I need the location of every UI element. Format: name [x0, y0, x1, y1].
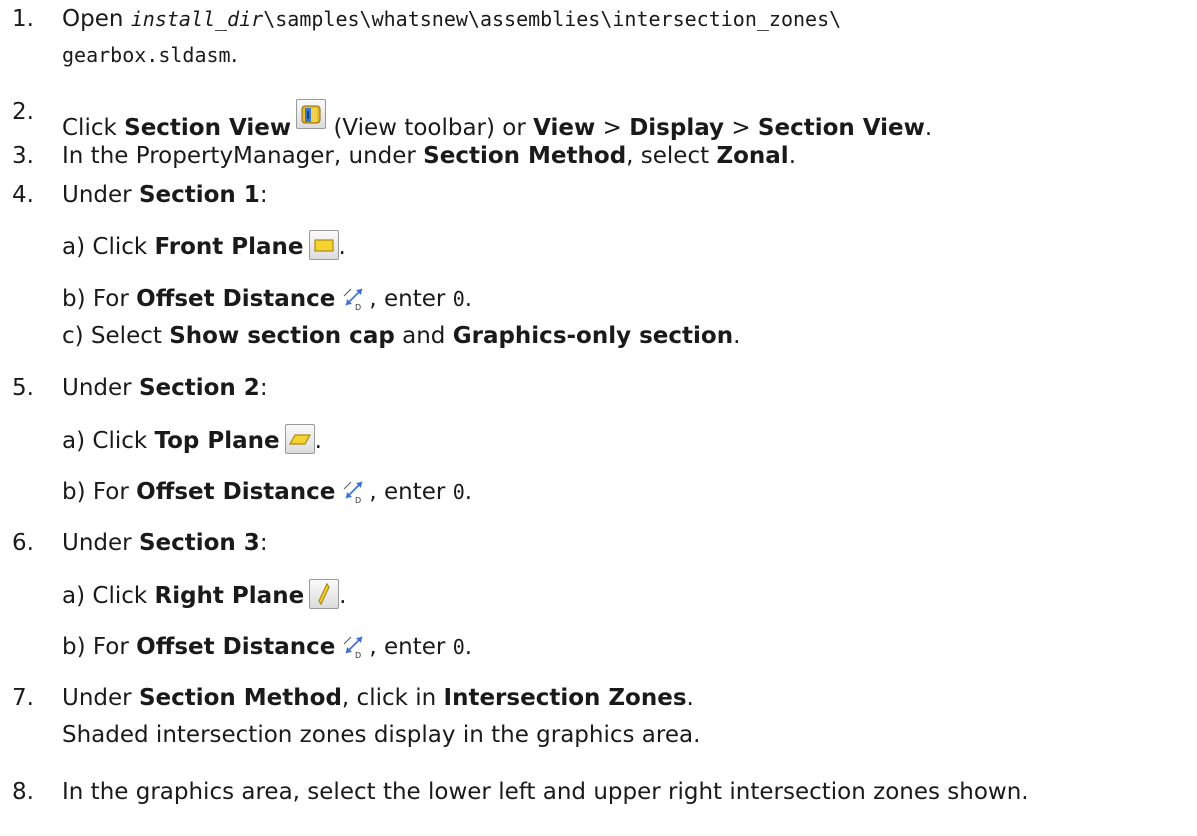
period: . — [464, 479, 473, 505]
substep-b: b) For Offset Distance D , enter 0. — [62, 284, 472, 312]
text: , select — [626, 143, 710, 169]
period: . — [924, 115, 933, 141]
right-plane-icon — [309, 579, 340, 609]
text-under: Under — [62, 685, 132, 711]
step-text: Click Section View (View toolbar) or Vie… — [62, 99, 932, 141]
svg-text:D: D — [355, 651, 361, 660]
value: 0 — [452, 635, 465, 659]
step-number: 5. — [12, 375, 34, 401]
top-plane-icon — [284, 424, 315, 454]
period: . — [339, 583, 347, 609]
text: a) Click — [62, 583, 148, 609]
text: , enter — [369, 286, 446, 312]
ui-term-display: Display — [629, 115, 725, 141]
ui-term-front-plane: Front Plane — [154, 234, 304, 260]
substep-b: b) For Offset Distance D , enter 0. — [62, 632, 472, 660]
step-text: In the PropertyManager, under Section Me… — [62, 143, 796, 169]
svg-text:D: D — [355, 496, 361, 505]
ui-term-intersection-zones: Intersection Zones — [443, 685, 687, 711]
front-plane-icon — [308, 230, 339, 260]
text: b) For — [62, 479, 129, 505]
substep-a: a) Click Top Plane. — [62, 424, 322, 454]
ui-term-zonal: Zonal — [716, 143, 789, 169]
period: . — [464, 634, 473, 660]
step-number: 2. — [12, 99, 34, 125]
substep-a: a) Click Right Plane. — [62, 579, 346, 609]
section-view-icon — [296, 99, 327, 129]
text: , enter — [369, 634, 446, 660]
ui-term-section-2: Section 2 — [138, 375, 260, 401]
text-click: Click — [62, 115, 117, 141]
text: and — [402, 323, 446, 349]
text: , click in — [341, 685, 437, 711]
text-under: Under — [62, 530, 132, 556]
ui-term-offset-distance: Offset Distance — [136, 479, 336, 505]
step-text: Under Section 1: — [62, 182, 268, 208]
value: 0 — [452, 480, 465, 504]
step-number: 8. — [12, 779, 34, 805]
step-number: 7. — [12, 685, 34, 711]
path-install-dir: install_dir — [130, 7, 264, 31]
ui-term-offset-distance: Offset Distance — [136, 286, 336, 312]
period: . — [464, 286, 473, 312]
ui-term-right-plane: Right Plane — [154, 583, 305, 609]
step-number: 6. — [12, 530, 34, 556]
text: c) Select — [62, 323, 162, 349]
menu-separator: > — [731, 115, 751, 141]
ui-term-graphics-only-section: Graphics-only section — [452, 323, 734, 349]
step-text: Open install_dir\samples\whatsnew\assemb… — [62, 6, 841, 32]
ui-term-section-method: Section Method — [138, 685, 342, 711]
text-under: Under — [62, 182, 132, 208]
ui-term-section-1: Section 1 — [138, 182, 260, 208]
step-text: Under Section Method, click in Intersect… — [62, 685, 694, 711]
path-file-name: gearbox.sldasm — [62, 43, 231, 67]
ui-term-section-view: Section View — [757, 115, 925, 141]
text-toolbar: (View toolbar) or — [333, 115, 526, 141]
step-number: 4. — [12, 182, 34, 208]
step-text: Under Section 3: — [62, 530, 268, 556]
ui-term-view: View — [533, 115, 596, 141]
svg-text:D: D — [355, 303, 361, 312]
offset-distance-icon: D — [341, 284, 369, 312]
path-rest: \samples\whatsnew\assemblies\intersectio… — [263, 7, 842, 31]
period: . — [314, 428, 322, 454]
menu-separator: > — [602, 115, 622, 141]
step-number: 1. — [12, 6, 34, 32]
colon: : — [259, 375, 268, 401]
period: . — [788, 143, 797, 169]
colon: : — [259, 182, 268, 208]
step-number: 3. — [12, 143, 34, 169]
period: . — [230, 42, 238, 68]
ui-term-show-section-cap: Show section cap — [169, 323, 395, 349]
text: In the PropertyManager, under — [62, 143, 416, 169]
text: , enter — [369, 479, 446, 505]
text-under: Under — [62, 375, 132, 401]
text: a) Click — [62, 428, 148, 454]
colon: : — [259, 530, 268, 556]
period: . — [733, 323, 741, 349]
ui-term-top-plane: Top Plane — [154, 428, 280, 454]
ui-term-section-method: Section Method — [423, 143, 627, 169]
period: . — [686, 685, 694, 711]
ui-term-section-3: Section 3 — [138, 530, 260, 556]
file-path: install_dir\samples\whatsnew\assemblies\… — [131, 7, 841, 31]
period: . — [338, 234, 346, 260]
text: a) Click — [62, 234, 148, 260]
step-text-line2: gearbox.sldasm. — [62, 42, 238, 68]
step-open-text: Open — [62, 6, 124, 32]
step-result-text: Shaded intersection zones display in the… — [62, 722, 701, 748]
offset-distance-icon: D — [341, 632, 369, 660]
value: 0 — [452, 287, 465, 311]
step-text: In the graphics area, select the lower l… — [62, 779, 1029, 805]
offset-distance-icon: D — [341, 477, 369, 505]
substep-c: c) Select Show section cap and Graphics-… — [62, 323, 740, 349]
substep-b: b) For Offset Distance D , enter 0. — [62, 477, 472, 505]
ui-term-offset-distance: Offset Distance — [136, 634, 336, 660]
substep-a: a) Click Front Plane. — [62, 230, 346, 260]
text: b) For — [62, 286, 129, 312]
ui-term-section-view: Section View — [124, 115, 292, 141]
text: b) For — [62, 634, 129, 660]
step-text: Under Section 2: — [62, 375, 268, 401]
